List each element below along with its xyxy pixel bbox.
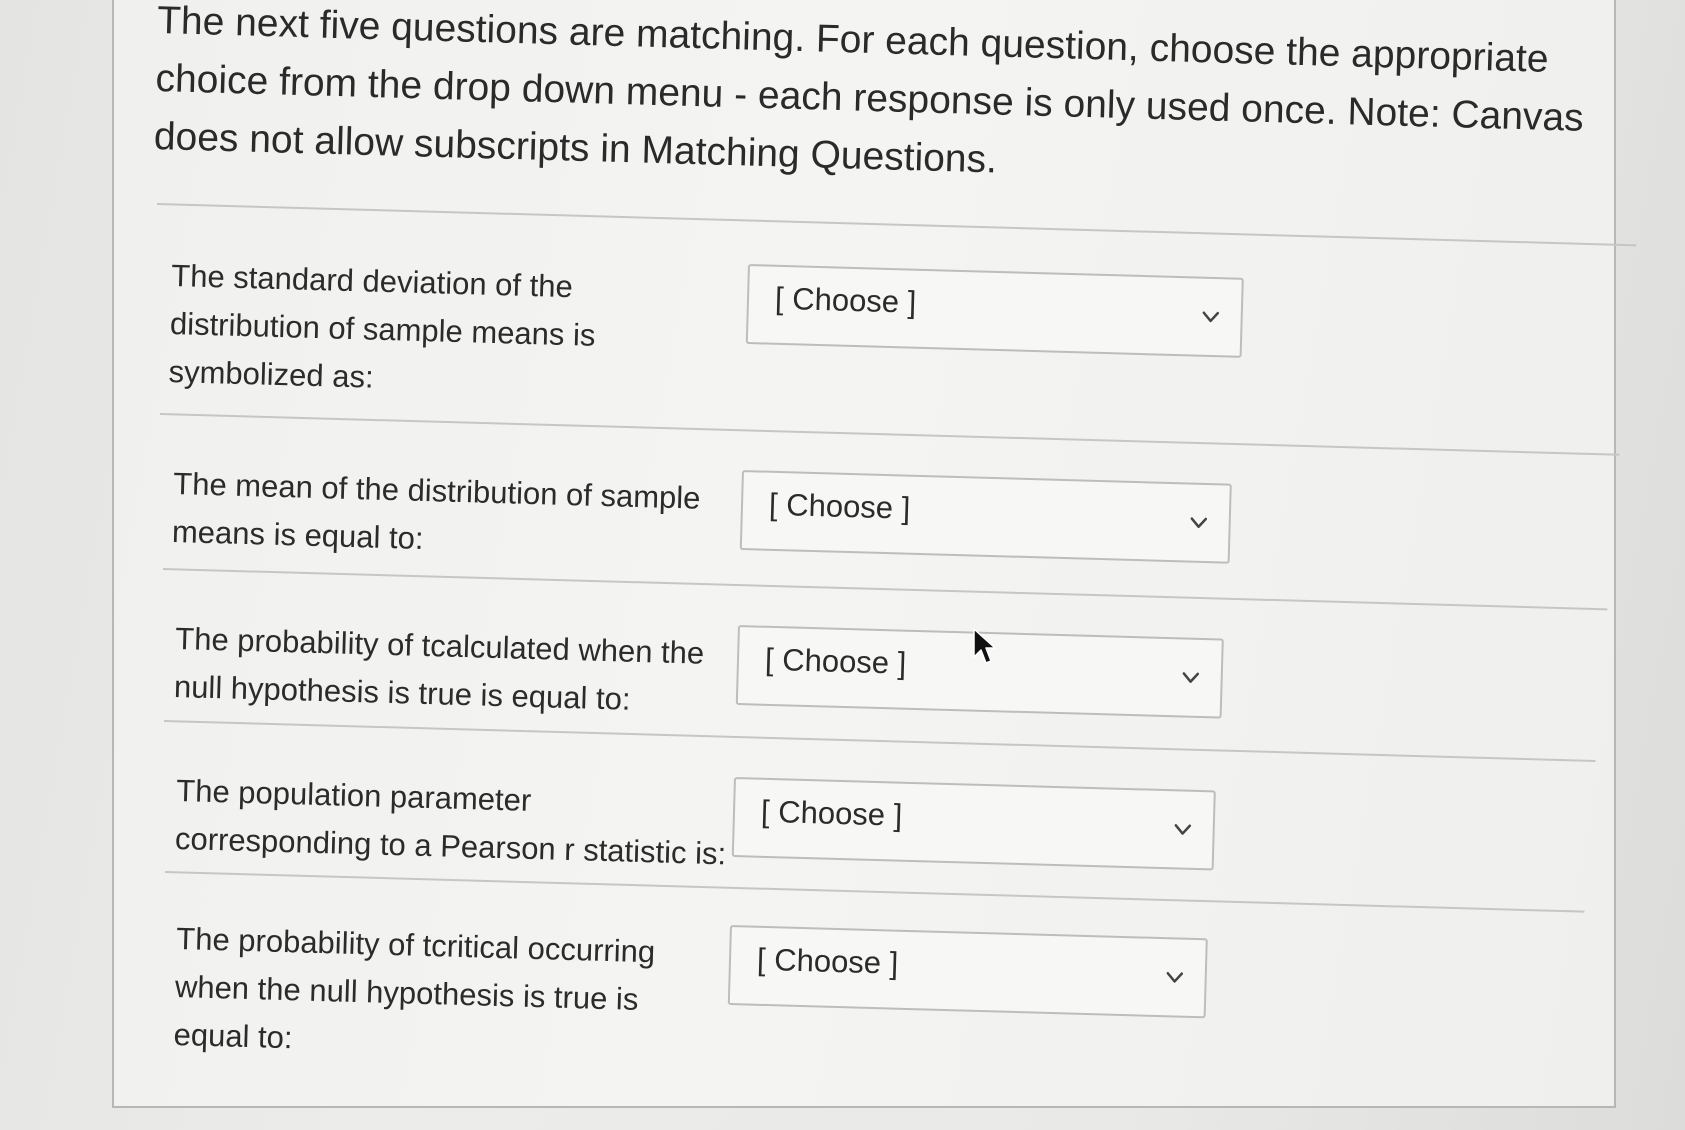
dropdown-selected-value: [ Choose ] xyxy=(756,941,899,981)
question-1-dropdown[interactable]: [ Choose ] xyxy=(745,264,1244,358)
question-3-prompt: The probability of tcalculated when the … xyxy=(173,620,705,717)
question-5-dropdown[interactable]: [ Choose ] xyxy=(727,925,1208,1019)
chevron-down-icon xyxy=(1190,517,1208,529)
dropdown-selected-value: [ Choose ] xyxy=(760,793,903,833)
dropdown-selected-value: [ Choose ] xyxy=(768,486,911,526)
chevron-down-icon xyxy=(1202,311,1220,323)
question-2-prompt: The mean of the distribution of sample m… xyxy=(171,465,701,556)
dropdown-selected-value: [ Choose ] xyxy=(764,641,907,681)
chevron-down-icon xyxy=(1182,672,1200,683)
dropdown-selected-value: [ Choose ] xyxy=(774,280,917,320)
question-4-prompt: The population parameter corresponding t… xyxy=(174,772,727,872)
mouse-cursor-icon xyxy=(973,628,996,664)
question-1-prompt: The standard deviation of the distributi… xyxy=(168,257,596,395)
question-4-dropdown[interactable]: [ Choose ] xyxy=(731,777,1216,871)
question-5-prompt: The probability of tcritical occurring w… xyxy=(173,920,656,1056)
question-2-dropdown[interactable]: [ Choose ] xyxy=(739,470,1232,564)
chevron-down-icon xyxy=(1174,824,1192,835)
chevron-down-icon xyxy=(1166,971,1184,983)
